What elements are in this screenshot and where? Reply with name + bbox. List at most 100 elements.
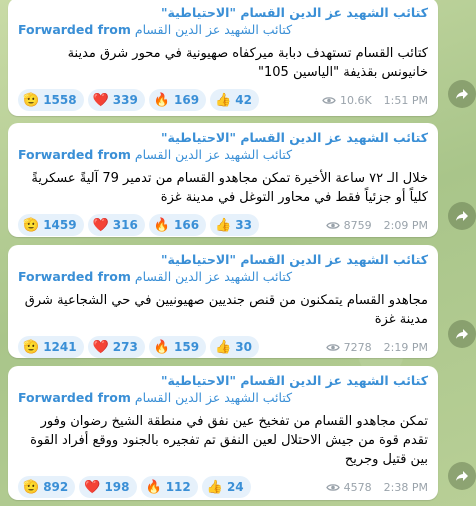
heart-emoji-icon: ❤️ [92, 339, 109, 355]
forwarded-header[interactable]: Forwarded from كتائب الشهيد عز الدين الق… [18, 21, 428, 38]
reaction-fire[interactable]: 🔥 169 [148, 89, 207, 111]
reaction-count: 1241 [43, 340, 77, 354]
eye-icon [325, 343, 340, 351]
eye-icon [325, 483, 340, 491]
channel-name[interactable]: كتائب الشهيد عز الدين القسام "الاحتياطية… [18, 4, 428, 21]
message-footer: 🫡 1459 ❤️ 316 🔥 166 👍 33 8759 2:09 PM [18, 213, 428, 237]
message-bubble[interactable]: كتائب الشهيد عز الدين القسام "الاحتياطية… [8, 0, 438, 116]
message-footer: 🫡 1241 ❤️ 273 🔥 159 👍 30 7278 2:19 PM [18, 335, 428, 359]
forwarded-label: Forwarded from [18, 22, 131, 37]
reaction-count: 316 [112, 218, 138, 232]
share-arrow-icon [456, 471, 468, 481]
share-button[interactable] [448, 202, 476, 230]
reaction-heart[interactable]: ❤️ 316 [87, 214, 145, 236]
reaction-count: 112 [165, 480, 191, 494]
fire-emoji-icon: 🔥 [153, 92, 171, 108]
message-time: 2:19 PM [383, 340, 428, 354]
message-text: تمكن مجاهدو القسام من تفخيخ عين نفق في م… [30, 414, 428, 467]
reaction-count: 169 [174, 93, 200, 107]
reaction-count: 198 [104, 480, 130, 494]
reaction-count: 892 [43, 480, 69, 494]
forwarded-header[interactable]: Forwarded from كتائب الشهيد عز الدين الق… [18, 146, 428, 163]
salute-emoji-icon: 🫡 [23, 339, 40, 355]
share-arrow-icon [456, 89, 468, 99]
message-meta: 8759 2:09 PM [325, 218, 428, 232]
forwarded-source[interactable]: كتائب الشهيد عز الدين القسام [135, 390, 292, 405]
reaction-count: 339 [112, 93, 138, 107]
forwarded-source[interactable]: كتائب الشهيد عز الدين القسام [135, 22, 292, 37]
reaction-thumbs-up[interactable]: 👍 24 [201, 476, 251, 498]
reaction-count: 33 [235, 218, 252, 232]
fire-emoji-icon: 🔥 [145, 479, 162, 495]
message-bubble[interactable]: كتائب الشهيد عز الدين القسام "الاحتياطية… [8, 366, 438, 500]
message-meta: 7278 2:19 PM [325, 340, 428, 354]
eye-icon [325, 221, 340, 229]
reaction-fire[interactable]: 🔥 159 [148, 336, 207, 358]
forwarded-label: Forwarded from [18, 390, 131, 405]
fire-emoji-icon: 🔥 [153, 339, 171, 355]
forwarded-header[interactable]: Forwarded from كتائب الشهيد عز الدين الق… [18, 268, 428, 285]
reaction-count: 24 [226, 480, 244, 494]
message-meta: 4578 2:38 PM [325, 480, 428, 494]
thumbs-up-emoji-icon: 👍 [206, 479, 223, 495]
channel-name[interactable]: كتائب الشهيد عز الدين القسام "الاحتياطية… [18, 251, 428, 268]
share-button[interactable] [448, 80, 476, 108]
channel-name[interactable]: كتائب الشهيد عز الدين القسام "الاحتياطية… [18, 129, 428, 146]
reaction-count: 42 [235, 93, 252, 107]
forwarded-source[interactable]: كتائب الشهيد عز الدين القسام [135, 147, 292, 162]
share-button[interactable] [448, 462, 476, 490]
reactions-bar: 🫡 892 ❤️ 198 🔥 112 👍 24 [18, 476, 251, 498]
message-bubble[interactable]: كتائب الشهيد عز الدين القسام "الاحتياطية… [8, 123, 438, 237]
forwarded-source[interactable]: كتائب الشهيد عز الدين القسام [135, 269, 292, 284]
salute-emoji-icon: 🫡 [23, 479, 40, 495]
share-arrow-icon [456, 329, 468, 339]
view-count: 10.6K [339, 93, 372, 107]
reactions-bar: 🫡 1558 ❤️ 339 🔥 169 👍 42 [18, 89, 259, 111]
thumbs-up-emoji-icon: 👍 [215, 339, 232, 355]
reaction-count: 1459 [43, 218, 77, 232]
view-count: 4578 [343, 480, 372, 494]
message-footer: 🫡 1558 ❤️ 339 🔥 169 👍 42 10.6K 1:51 PM [18, 88, 428, 112]
reaction-fire[interactable]: 🔥 112 [140, 476, 198, 498]
view-count: 8759 [343, 218, 372, 232]
thumbs-up-emoji-icon: 👍 [215, 92, 232, 108]
message-time: 2:09 PM [383, 218, 428, 232]
reaction-heart[interactable]: ❤️ 273 [87, 336, 145, 358]
share-arrow-icon [456, 211, 468, 221]
forwarded-label: Forwarded from [18, 269, 131, 284]
reactions-bar: 🫡 1459 ❤️ 316 🔥 166 👍 33 [18, 214, 259, 236]
heart-emoji-icon: ❤️ [92, 217, 109, 233]
eye-icon [322, 96, 336, 104]
reaction-count: 1558 [43, 93, 77, 107]
reaction-count: 166 [174, 218, 200, 232]
message-time: 1:51 PM [383, 93, 428, 107]
reaction-count: 273 [112, 340, 138, 354]
message-footer: 🫡 892 ❤️ 198 🔥 112 👍 24 4578 2:38 PM [18, 475, 428, 499]
reaction-salute[interactable]: 🫡 1241 [18, 336, 84, 358]
reaction-heart[interactable]: ❤️ 198 [79, 476, 137, 498]
salute-emoji-icon: 🫡 [23, 92, 40, 108]
reaction-salute[interactable]: 🫡 892 [18, 476, 76, 498]
fire-emoji-icon: 🔥 [153, 217, 171, 233]
reaction-thumbs-up[interactable]: 👍 30 [210, 336, 259, 358]
reaction-count: 30 [235, 340, 252, 354]
heart-emoji-icon: ❤️ [84, 479, 101, 495]
message-meta: 10.6K 1:51 PM [322, 94, 428, 107]
share-button[interactable] [448, 320, 476, 348]
channel-name[interactable]: كتائب الشهيد عز الدين القسام "الاحتياطية… [18, 372, 428, 389]
message-text: كتائب القسام تستهدف دبابة ميركفاه صهيوني… [67, 46, 428, 80]
forwarded-header[interactable]: Forwarded from كتائب الشهيد عز الدين الق… [18, 389, 428, 406]
reaction-thumbs-up[interactable]: 👍 33 [210, 214, 259, 236]
reaction-fire[interactable]: 🔥 166 [148, 214, 207, 236]
forwarded-label: Forwarded from [18, 147, 131, 162]
reactions-bar: 🫡 1241 ❤️ 273 🔥 159 👍 30 [18, 336, 259, 358]
message-bubble[interactable]: كتائب الشهيد عز الدين القسام "الاحتياطية… [8, 245, 438, 358]
reaction-thumbs-up[interactable]: 👍 42 [210, 89, 259, 111]
reaction-salute[interactable]: 🫡 1459 [18, 214, 84, 236]
reaction-heart[interactable]: ❤️ 339 [87, 89, 145, 111]
view-count: 7278 [343, 340, 372, 354]
heart-emoji-icon: ❤️ [92, 92, 109, 108]
message-text: خلال الـ ٧٢ ساعة الأخيرة تمكن مجاهدو الق… [31, 171, 428, 205]
reaction-salute[interactable]: 🫡 1558 [18, 89, 84, 111]
thumbs-up-emoji-icon: 👍 [215, 217, 232, 233]
